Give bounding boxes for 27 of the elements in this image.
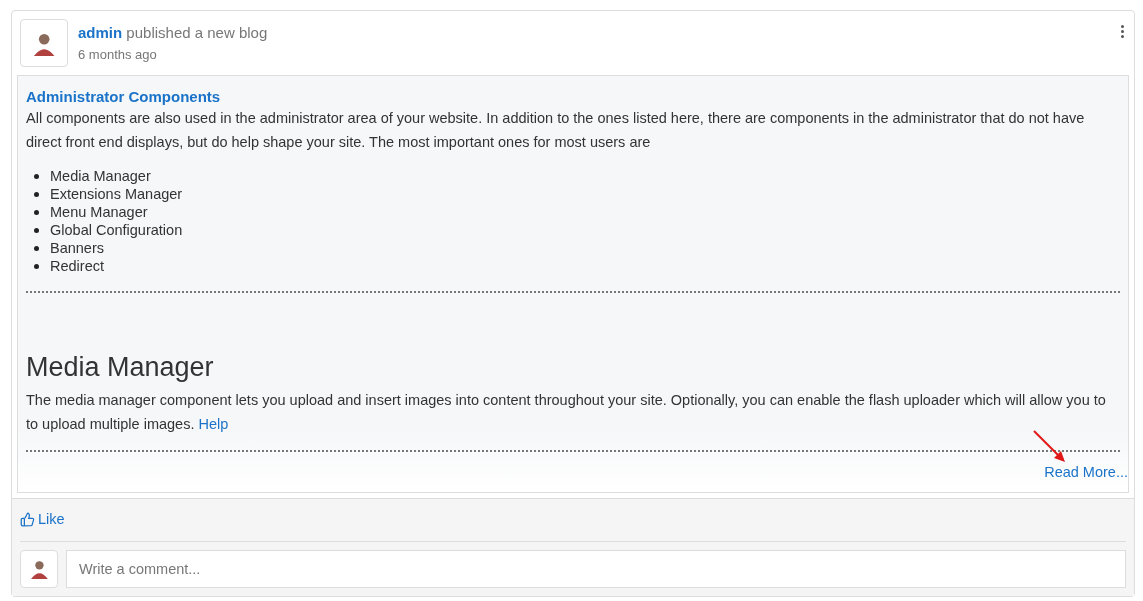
list-item: Global Configuration (50, 221, 183, 239)
comment-input[interactable]: Write a comment... (66, 549, 1126, 588)
blog-intro: All components are also used in the administrator area of your website. In addition to the ones listed here, there are components in the administrator that do not have direct front end displays, but do help shape your site. The most important ones for most users are (26, 109, 1086, 152)
author-link[interactable]: admin (78, 24, 123, 41)
bullet-icon (34, 263, 39, 269)
list-item: Menu Manager (50, 203, 148, 221)
more-options-icon[interactable] (1121, 25, 1124, 38)
bullet-icon (34, 245, 39, 251)
help-link[interactable]: Help (198, 416, 229, 432)
list-item: Redirect (50, 257, 104, 275)
like-button[interactable]: Like (20, 509, 65, 531)
arrow-icon (1032, 429, 1068, 465)
post-time: 6 months ago (78, 46, 158, 64)
list-item: Extensions Manager (50, 185, 183, 203)
bullet-icon (34, 173, 39, 179)
list-item: Banners (50, 239, 104, 257)
bullet-icon (34, 191, 39, 197)
section-heading: Media Manager (26, 351, 215, 383)
thumbs-up-icon (20, 512, 35, 528)
blog-title: Administrator Components (26, 88, 222, 106)
bullet-icon (34, 227, 39, 233)
section-body: The media manager component lets you upload and insert images into content throughout your site. Optionally, you can enable the flash uploader which will allow you to to upload multiple images. Help (26, 391, 1107, 434)
bullet-icon (34, 209, 39, 215)
read-more-link[interactable]: Read More... (1044, 461, 1128, 483)
person-silhouette-icon (28, 558, 50, 580)
list-item: Media Manager (50, 167, 151, 185)
post-action-text: published a new blog (126, 24, 268, 41)
